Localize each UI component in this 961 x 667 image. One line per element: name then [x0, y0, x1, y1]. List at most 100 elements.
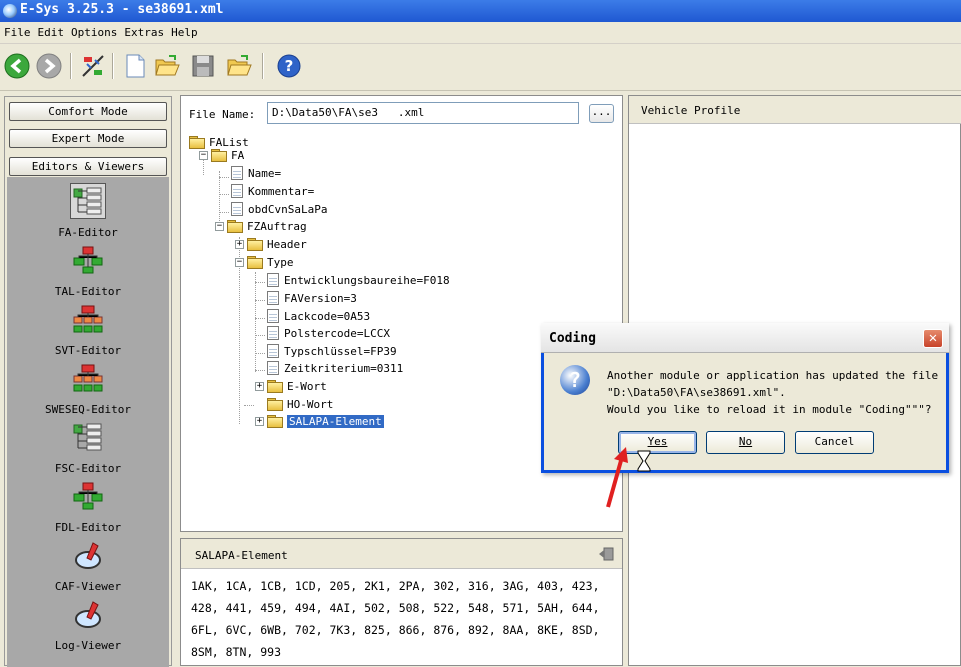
svt-editor-icon — [70, 301, 106, 337]
document-icon — [231, 166, 243, 180]
menu-file[interactable]: File — [0, 22, 34, 39]
document-icon — [267, 326, 279, 340]
back-icon[interactable] — [2, 51, 32, 81]
open-folder-icon[interactable] — [152, 51, 182, 81]
coding-dialog: Coding ✕ ? Another module or application… — [541, 323, 949, 473]
tree-connector — [219, 194, 229, 195]
tree-node-label: Polstercode=LCCX — [284, 326, 390, 340]
caf-viewer-icon — [70, 537, 106, 573]
file-name-label: File Name: — [189, 108, 256, 121]
tree-node-obd[interactable]: obdCvnSaLaPa — [231, 201, 327, 217]
collapse-icon[interactable]: − — [199, 151, 208, 160]
toolbar: ? — [0, 45, 961, 91]
hourglass-cursor-icon — [637, 450, 651, 477]
title-bar: E-Sys 3.25.3 - se38691.xml — [0, 0, 961, 22]
toolbar-separator — [262, 53, 264, 79]
tree-node-fzauftrag[interactable]: FZAuftrag — [227, 218, 307, 234]
tree-node-entwicklungsbaureihe[interactable]: Entwicklungsbaureihe=F018 — [267, 272, 450, 288]
tree-node-label: E-Wort — [287, 379, 327, 393]
document-icon — [231, 184, 243, 198]
document-icon — [267, 309, 279, 323]
log-viewer-item[interactable]: Log-Viewer — [7, 596, 169, 652]
expert-mode-button[interactable]: Expert Mode — [9, 129, 167, 148]
svg-text:?: ? — [285, 57, 294, 75]
tree-node-name[interactable]: Name= — [231, 165, 281, 181]
tree-connector — [255, 282, 265, 283]
connect-icon[interactable] — [78, 51, 108, 81]
caf-viewer-item[interactable]: CAF-Viewer — [7, 537, 169, 593]
cancel-button[interactable]: Cancel — [795, 431, 874, 454]
tree-node-label: Zeitkriterium=0311 — [284, 361, 404, 375]
comfort-mode-button[interactable]: Comfort Mode — [9, 102, 167, 121]
open-folder-2-icon[interactable] — [224, 51, 254, 81]
tree-node-header[interactable]: Header — [247, 236, 307, 252]
expand-icon[interactable]: + — [255, 382, 264, 391]
forward-icon[interactable] — [34, 51, 64, 81]
log-viewer-label: Log-Viewer — [54, 639, 122, 652]
tree-connector — [219, 212, 229, 213]
red-arrow-annotation — [604, 445, 634, 513]
editors-viewers-button[interactable]: Editors & Viewers — [9, 157, 167, 176]
menu-options[interactable]: Options — [67, 22, 120, 39]
tal-editor-item[interactable]: TAL-Editor — [7, 242, 169, 298]
dialog-message-line: Another module or application has update… — [607, 369, 939, 382]
tree-node-typschluessel[interactable]: Typschlüssel=FP39 — [267, 343, 397, 359]
tree-node-polstercode[interactable]: Polstercode=LCCX — [267, 325, 390, 341]
tree-node-kommentar[interactable]: Kommentar= — [231, 183, 314, 199]
folder-icon — [267, 398, 283, 411]
tree-node-salapa-element[interactable]: SALAPA-Element — [267, 413, 384, 429]
tree-node-lackcode[interactable]: Lackcode=0A53 — [267, 308, 370, 324]
fsc-editor-item[interactable]: FSC-Editor — [7, 419, 169, 475]
expand-icon[interactable]: + — [255, 417, 264, 426]
left-panel: Comfort Mode Expert Mode Editors & Viewe… — [4, 96, 172, 667]
help-icon[interactable]: ? — [274, 51, 304, 81]
close-icon[interactable]: ✕ — [923, 329, 943, 348]
tree-connector — [219, 177, 229, 178]
tree-node-fa[interactable]: FA — [211, 147, 244, 163]
document-icon — [267, 361, 279, 375]
menu-help[interactable]: Help — [167, 22, 201, 39]
tree-node-label: Lackcode=0A53 — [284, 309, 371, 323]
tree-node-ewort[interactable]: E-Wort — [267, 378, 327, 394]
folder-icon — [247, 238, 263, 251]
tree-node-howort[interactable]: HO-Wort — [267, 396, 333, 412]
no-button[interactable]: No — [706, 431, 785, 454]
fsc-editor-label: FSC-Editor — [54, 462, 122, 475]
new-file-icon[interactable] — [120, 51, 150, 81]
fdl-editor-item[interactable]: FDL-Editor — [7, 478, 169, 534]
fa-editor-item[interactable]: FA-Editor — [7, 183, 169, 239]
tree-node-zeitkriterium[interactable]: Zeitkriterium=0311 — [267, 360, 403, 376]
toolbar-separator — [112, 53, 114, 79]
fsc-editor-icon — [70, 419, 106, 455]
sweseq-editor-item[interactable]: SWESEQ-Editor — [7, 360, 169, 416]
tree-connector — [239, 277, 240, 424]
document-icon — [267, 291, 279, 305]
tree-node-label: SALAPA-Element — [287, 414, 384, 428]
tree-connector — [255, 272, 256, 372]
menu-extras[interactable]: Extras — [120, 22, 167, 39]
collapse-icon[interactable]: − — [215, 222, 224, 231]
question-icon: ? — [560, 365, 590, 395]
tree-connector — [255, 370, 265, 371]
dialog-message-line: Would you like to reload it in module "C… — [607, 403, 932, 416]
tree-node-faversion[interactable]: FAVersion=3 — [267, 290, 357, 306]
expand-icon[interactable]: + — [235, 240, 244, 249]
window-title: E-Sys 3.25.3 - se38691.xml — [20, 2, 224, 17]
tree-node-label: Kommentar= — [248, 184, 315, 198]
vehicle-profile-title: Vehicle Profile — [629, 96, 961, 124]
svt-editor-item[interactable]: SVT-Editor — [7, 301, 169, 357]
dialog-title: Coding ✕ — [541, 323, 949, 353]
document-icon — [267, 273, 279, 287]
tree-node-label: Name= — [248, 166, 282, 180]
log-viewer-icon — [70, 596, 106, 632]
file-name-field[interactable]: D:\Data50\FA\se3 .xml — [267, 102, 579, 124]
tree-node-type[interactable]: Type — [247, 254, 294, 270]
browse-button[interactable]: ... — [589, 104, 614, 123]
sweseq-editor-icon — [70, 360, 106, 396]
pin-icon[interactable] — [598, 546, 614, 565]
salapa-title: SALAPA-Element — [195, 549, 288, 562]
menu-edit[interactable]: Edit — [34, 22, 68, 39]
collapse-icon[interactable]: − — [235, 258, 244, 267]
save-icon[interactable] — [188, 51, 218, 81]
fdl-editor-icon — [70, 478, 106, 514]
